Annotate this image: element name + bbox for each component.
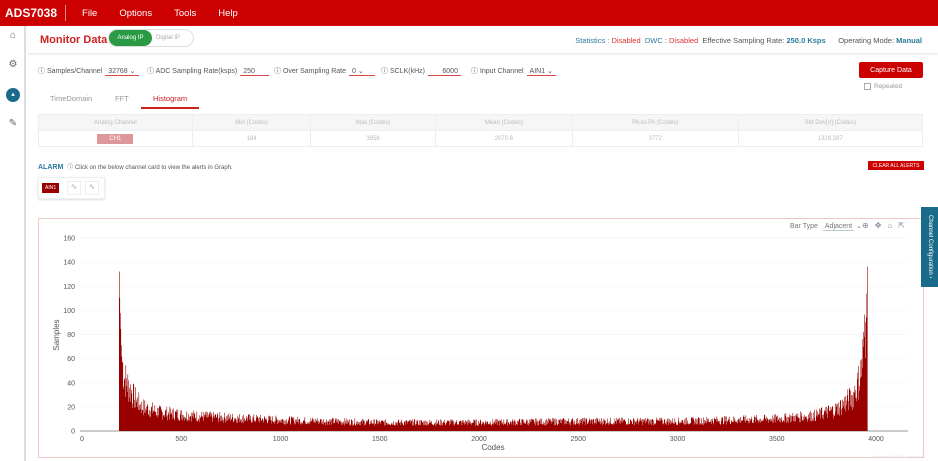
x-tick-label: 4000 [868,436,884,443]
y-tick-label: 0 [71,429,75,436]
histogram-bar [867,266,868,431]
x-tick-label: 0 [80,436,84,443]
y-tick-label: 160 [63,236,75,243]
x-tick-label: 500 [175,436,187,443]
x-tick-label: 1500 [372,436,388,443]
y-tick-label: 20 [67,404,75,411]
y-axis-label: Samples [52,319,61,350]
histogram-plot: 0 20 40 60 80 100 120 140 160 0 500 1000 1500 2000 250… [52,236,908,452]
x-tick-label: 1000 [273,436,289,443]
x-tick-label: 3000 [670,436,686,443]
y-tick-label: 80 [67,332,75,339]
x-tick-label: 3500 [769,436,785,443]
x-axis-label: Codes [481,443,504,452]
watermark: Powered By GUI Composer™ [872,454,926,459]
x-tick-label: 2500 [570,436,586,443]
y-tick-label: 40 [67,380,75,387]
y-tick-label: 140 [63,260,75,267]
y-tick-label: 60 [67,356,75,363]
y-tick-label: 100 [63,308,75,315]
y-tick-label: 120 [63,284,75,291]
x-tick-label: 2000 [471,436,487,443]
